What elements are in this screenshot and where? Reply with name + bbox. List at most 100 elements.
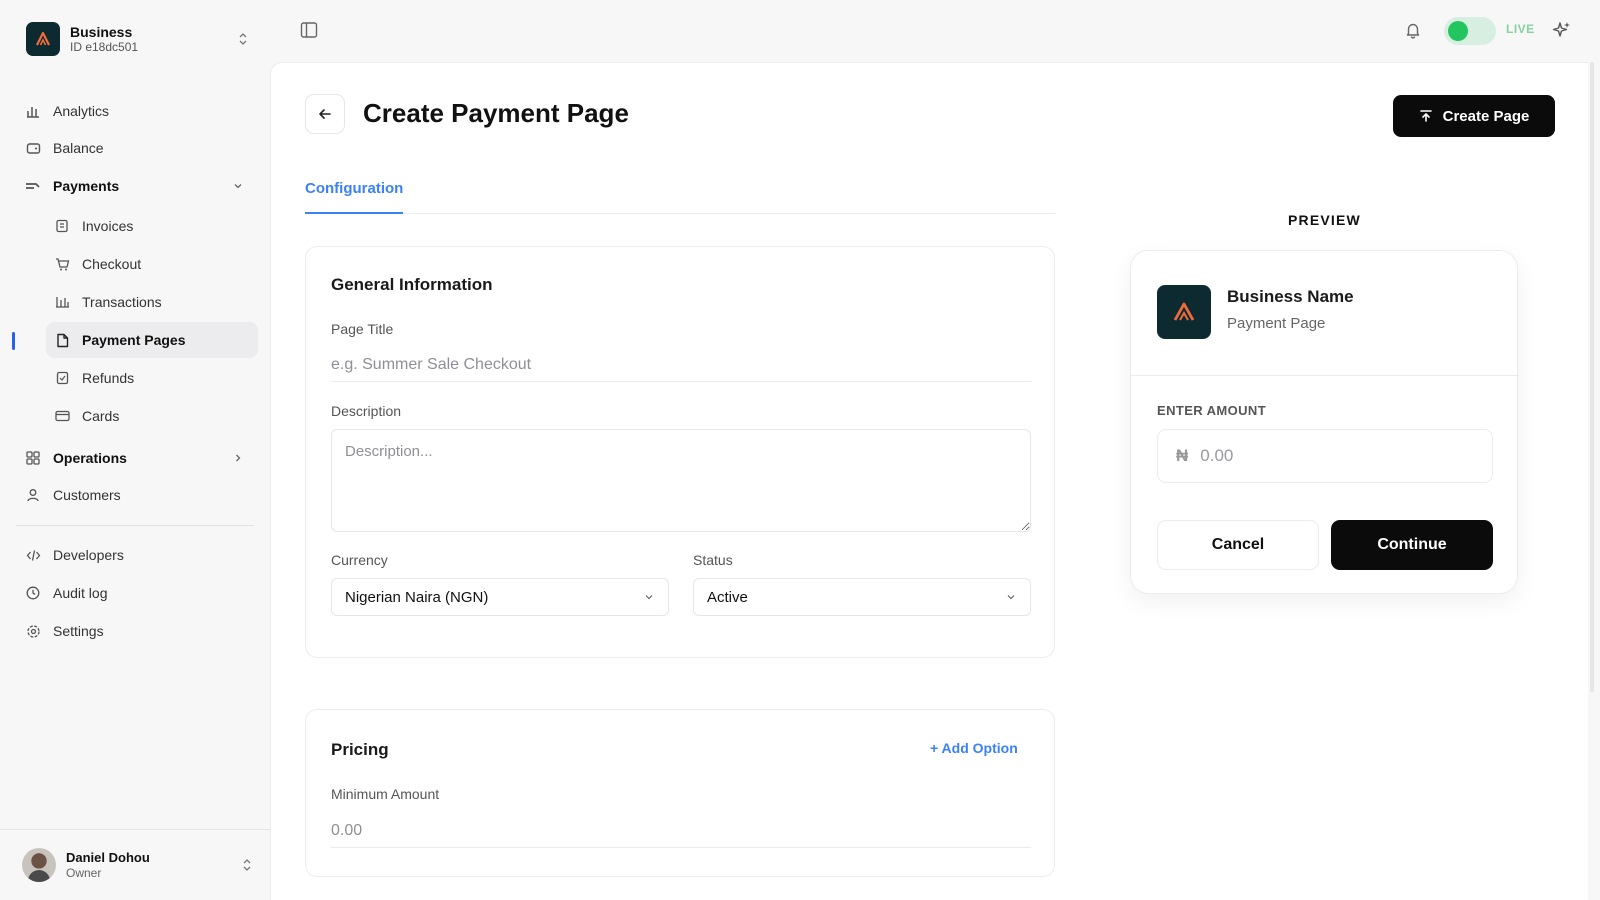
general-information-heading: General Information [331,275,493,294]
minimum-amount-label: Minimum Amount [331,786,440,802]
naira-symbol: ₦ [1176,446,1189,465]
scrollbar[interactable] [1590,62,1594,692]
sidebar-item-invoices[interactable]: Invoices [46,208,258,244]
sidebar-item-analytics[interactable]: Analytics [16,93,258,129]
sidebar-item-label: Balance [53,140,104,156]
user-name: Daniel Dohou [66,850,150,865]
preview-continue-button[interactable]: Continue [1331,520,1493,570]
sidebar-item-label: Developers [53,547,124,563]
sidebar-item-label: Analytics [53,103,110,119]
enter-amount-label: ENTER AMOUNT [1157,403,1267,418]
sidebar-item-cards[interactable]: Cards [46,398,258,434]
page-icon [54,332,70,348]
sidebar-item-label: Settings [53,623,104,639]
business-logo [26,22,60,56]
sidebar-item-refunds[interactable]: Refunds [46,360,258,396]
sidebar-item-developers[interactable]: Developers [16,537,258,573]
chevron-down-icon [1007,595,1015,600]
user-icon [25,487,41,503]
chevron-down-icon [645,595,653,600]
wallet-icon [25,140,41,156]
code-icon [25,547,41,563]
sidebar-item-label: Transactions [82,294,162,310]
sidebar-item-label: Invoices [82,218,134,234]
user-role: Owner [66,866,102,880]
business-id: ID e18dc501 [70,40,139,54]
bell-icon[interactable] [1404,21,1422,39]
sidebar-item-transactions[interactable]: Transactions [46,284,258,320]
back-button[interactable] [305,94,345,134]
amount-placeholder: 0.00 [1200,446,1234,465]
preview-label: PREVIEW [1288,212,1361,228]
upload-icon [1419,110,1432,122]
gear-icon [25,623,41,639]
sidebar-item-label: Cards [82,408,120,424]
arrow-left-icon [319,109,331,119]
business-name: Business [70,24,133,40]
business-switcher[interactable]: Business ID e18dc501 [26,22,250,56]
sparkle-icon[interactable] [1552,20,1572,40]
minimum-amount-input[interactable] [331,814,1031,848]
page-title-input[interactable] [331,348,1031,382]
preview-card: Business Name Payment Page ENTER AMOUNT … [1130,250,1519,594]
description-label: Description [331,403,402,419]
bar-chart-icon [25,103,41,119]
status-select[interactable]: Active [693,578,1031,616]
sidebar-item-payment-pages[interactable]: Payment Pages [46,322,258,358]
clock-icon [25,585,41,601]
sidebar-item-customers[interactable]: Customers [16,477,258,513]
toggle-knob [1448,21,1468,41]
page-title: Create Payment Page [363,98,629,128]
pricing-heading: Pricing [331,740,389,759]
sidebar-footer-divider [0,829,270,830]
card-icon [54,408,70,424]
sidebar-item-label: Payment Pages [82,332,186,348]
chevron-down-icon [234,184,242,189]
sidebar-item-audit-log[interactable]: Audit log [16,575,258,611]
preview-business-logo [1157,285,1211,339]
create-page-button[interactable]: Create Page [1393,95,1555,137]
live-mode-label: LIVE [1506,22,1535,36]
preview-business-name: Business Name [1227,287,1354,306]
live-mode-toggle[interactable] [1444,17,1496,45]
sidebar-item-label: Refunds [82,370,135,386]
grid-icon [25,450,41,466]
sidebar-item-operations[interactable]: Operations [16,440,258,476]
refund-icon [54,370,70,386]
chevron-right-icon [236,454,241,462]
tab-bar: Configuration [305,180,1055,214]
tab-configuration[interactable]: Configuration [305,180,404,214]
page-title-label: Page Title [331,321,394,337]
active-indicator [12,332,15,350]
status-value: Active [707,588,748,606]
sidebar-item-balance[interactable]: Balance [16,130,258,166]
preview-subtitle: Payment Page [1227,315,1326,332]
sidebar-item-label: Audit log [53,585,108,601]
sidebar-item-payments[interactable]: Payments [16,168,258,204]
sidebar: Business ID e18dc501 Analytics Balance P… [0,0,270,900]
chevron-updown-icon [239,33,247,45]
user-menu[interactable]: Daniel Dohou Owner [22,848,254,882]
preview-cancel-button[interactable]: Cancel [1157,520,1319,570]
currency-select[interactable]: Nigerian Naira (NGN) [331,578,669,616]
payments-icon [25,178,41,194]
sidebar-item-label: Checkout [82,256,142,272]
sidebar-toggle-icon[interactable] [300,21,318,39]
preview-divider [1131,375,1519,376]
add-option-button[interactable]: + Add Option [930,740,1018,756]
avatar [22,848,56,882]
create-page-label: Create Page [1442,107,1530,125]
sidebar-item-checkout[interactable]: Checkout [46,246,258,282]
description-textarea[interactable] [331,429,1031,532]
currency-label: Currency [331,552,388,568]
cart-icon [54,256,70,272]
sidebar-divider [16,525,254,526]
currency-value: Nigerian Naira (NGN) [345,588,489,606]
sidebar-item-settings[interactable]: Settings [16,613,258,649]
sidebar-item-label: Payments [53,178,120,194]
chevron-updown-icon [243,859,251,871]
preview-amount-input[interactable]: ₦ 0.00 [1157,429,1493,483]
sidebar-item-label: Operations [53,450,127,466]
status-label: Status [693,552,733,568]
sidebar-item-label: Customers [53,487,121,503]
